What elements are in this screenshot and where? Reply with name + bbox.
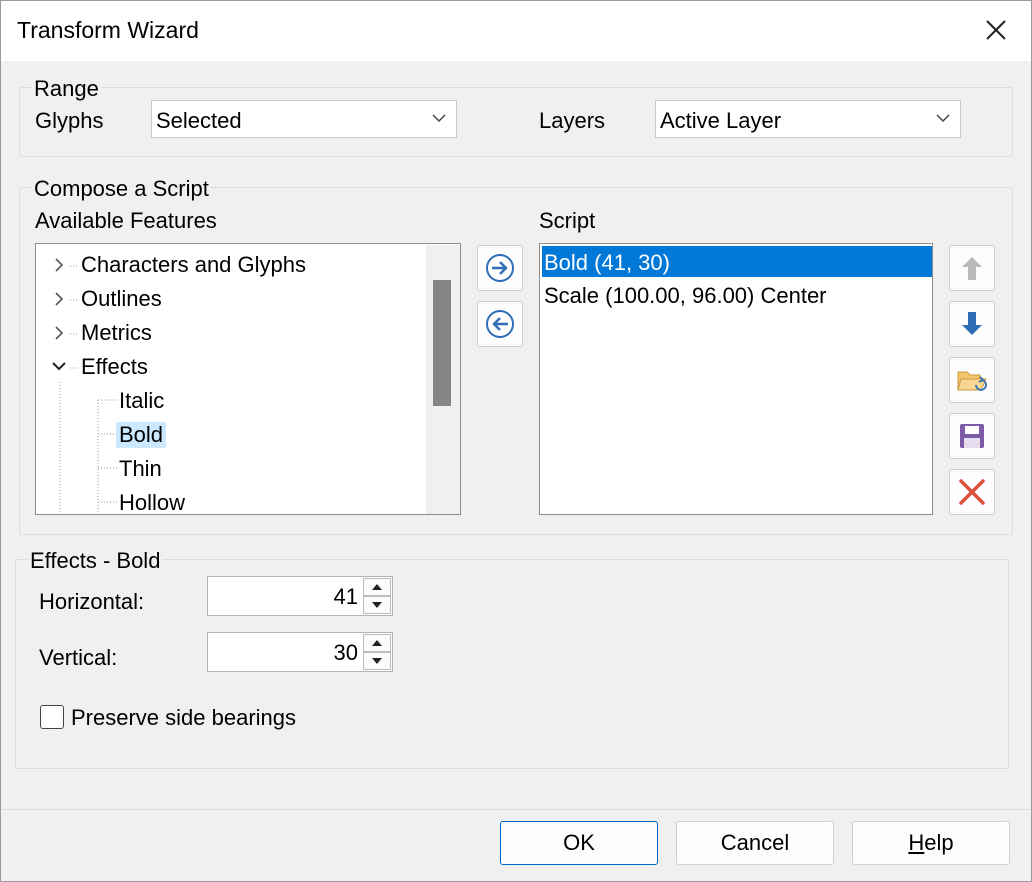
chevron-right-icon[interactable] — [54, 257, 64, 273]
vertical-label: Vertical: — [39, 645, 118, 670]
effects-bold-group — [15, 559, 1009, 769]
open-script-button[interactable] — [949, 357, 995, 403]
layers-dropdown-value: Active Layer — [660, 108, 782, 133]
arrow-up-icon — [962, 257, 982, 280]
chevron-down-icon — [432, 114, 446, 123]
transform-wizard-dialog: Transform Wizard Range Glyphs Selected L… — [0, 0, 1032, 882]
triangle-up-icon — [372, 640, 382, 646]
triangle-down-icon — [372, 658, 382, 664]
compose-group-label: Compose a Script — [32, 176, 211, 202]
chevron-right-icon[interactable] — [54, 291, 64, 307]
horizontal-stepper[interactable]: 41 — [207, 576, 393, 616]
vertical-decrement-button[interactable] — [363, 652, 391, 670]
tree-item-outlines[interactable]: Outlines — [36, 282, 426, 314]
layers-dropdown[interactable]: Active Layer — [655, 100, 961, 138]
tree-item-label: Thin — [119, 456, 162, 481]
delete-x-icon — [959, 479, 985, 505]
tree-item-label: Italic — [119, 388, 165, 413]
tree-item-characters-and-glyphs[interactable]: Characters and Glyphs — [36, 248, 426, 280]
save-script-button[interactable] — [949, 413, 995, 459]
range-group-label: Range — [32, 76, 101, 102]
script-item-scale[interactable]: Scale (100.00, 96.00) Center — [542, 279, 932, 310]
tree-item-hollow[interactable]: Hollow — [36, 486, 426, 515]
tree-item-label: Hollow — [119, 490, 186, 515]
close-button[interactable] — [969, 7, 1025, 55]
delete-script-item-button[interactable] — [949, 469, 995, 515]
tree-item-italic[interactable]: Italic — [36, 384, 426, 416]
script-item-label: Bold (41, 30) — [544, 250, 670, 275]
script-item-bold[interactable]: Bold (41, 30) — [542, 246, 932, 277]
dialog-title: Transform Wizard — [17, 17, 199, 43]
tree-item-label: Effects — [81, 354, 148, 379]
cancel-button[interactable]: Cancel — [676, 821, 834, 865]
add-to-script-button[interactable] — [477, 245, 523, 291]
vertical-stepper[interactable]: 30 — [207, 632, 393, 672]
tree-item-label: Bold — [116, 422, 167, 448]
triangle-down-icon — [372, 602, 382, 608]
tree-item-label: Metrics — [81, 320, 152, 345]
arrow-down-icon — [962, 312, 982, 335]
ok-button[interactable]: OK — [500, 821, 658, 865]
close-icon — [986, 20, 1006, 40]
features-scrollbar-thumb[interactable] — [433, 280, 451, 406]
help-button[interactable]: Help — [852, 821, 1010, 865]
preserve-side-bearings-checkbox[interactable] — [40, 705, 64, 729]
move-down-button[interactable] — [949, 301, 995, 347]
remove-from-script-button[interactable] — [477, 301, 523, 347]
effects-group-label: Effects - Bold — [28, 548, 163, 574]
glyphs-label: Glyphs — [35, 108, 104, 133]
footer-divider — [1, 809, 1031, 810]
horizontal-decrement-button[interactable] — [363, 596, 391, 614]
move-up-button[interactable] — [949, 245, 995, 291]
script-item-label: Scale (100.00, 96.00) Center — [544, 283, 827, 308]
chevron-right-icon[interactable] — [54, 325, 64, 341]
triangle-up-icon — [372, 584, 382, 590]
help-button-mnemonic: H — [908, 830, 925, 855]
horizontal-increment-button[interactable] — [363, 578, 391, 596]
help-button-label-rest: elp — [924, 830, 954, 855]
script-label: Script — [539, 208, 596, 233]
folder-open-icon — [957, 371, 987, 391]
chevron-down-icon[interactable] — [51, 361, 67, 371]
tree-item-thin[interactable]: Thin — [36, 452, 426, 484]
arrow-right-circle-icon — [486, 254, 514, 282]
script-list[interactable]: Bold (41, 30) Scale (100.00, 96.00) Cent… — [539, 243, 933, 515]
preserve-side-bearings-label[interactable]: Preserve side bearings — [71, 705, 296, 731]
arrow-left-circle-icon — [486, 310, 514, 338]
glyphs-dropdown-value: Selected — [156, 108, 242, 133]
horizontal-value[interactable]: 41 — [334, 584, 358, 610]
vertical-increment-button[interactable] — [363, 634, 391, 652]
tree-item-label: Characters and Glyphs — [81, 252, 306, 277]
tree-item-effects[interactable]: Effects — [36, 350, 426, 382]
horizontal-label: Horizontal: — [39, 589, 145, 614]
features-tree[interactable]: Characters and Glyphs Outlines Metrics E… — [35, 243, 461, 515]
layers-label: Layers — [539, 108, 606, 133]
chevron-down-icon — [936, 114, 950, 123]
title-bar: Transform Wizard — [1, 1, 1031, 61]
tree-item-metrics[interactable]: Metrics — [36, 316, 426, 348]
available-features-label: Available Features — [35, 208, 217, 233]
save-disk-icon — [960, 424, 984, 448]
glyphs-dropdown[interactable]: Selected — [151, 100, 457, 138]
tree-item-bold[interactable]: Bold — [36, 418, 426, 450]
tree-item-label: Outlines — [81, 286, 162, 311]
vertical-value[interactable]: 30 — [334, 640, 358, 666]
